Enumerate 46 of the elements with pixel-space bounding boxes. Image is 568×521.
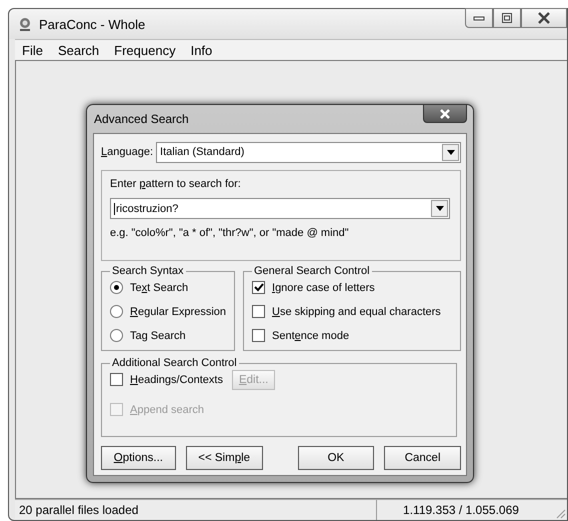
menu-item[interactable]: Info: [190, 42, 212, 58]
minimize-button[interactable]: [465, 8, 493, 28]
menu-item[interactable]: Frequency: [114, 42, 176, 58]
maximize-button[interactable]: [493, 8, 521, 28]
menu-item[interactable]: File: [22, 42, 43, 58]
pattern-field[interactable]: ricostruzion?: [110, 198, 450, 219]
close-icon: [537, 12, 551, 24]
option-label[interactable]: Sentence mode: [272, 330, 350, 342]
dialog-button[interactable]: OK: [298, 446, 374, 470]
option-label[interactable]: Tag Search: [130, 330, 186, 342]
status-counts: 1.119.353 / 1.055.069: [402, 503, 520, 517]
option-label[interactable]: Use skipping and equal characters: [272, 306, 441, 318]
radio-button[interactable]: [110, 305, 123, 318]
close-button[interactable]: [521, 8, 567, 28]
dialog-button[interactable]: Cancel: [384, 446, 461, 470]
menu-item[interactable]: Search: [58, 42, 100, 58]
checkbox[interactable]: [252, 329, 265, 342]
dialog-title: Advanced Search: [94, 112, 189, 126]
status-message: 20 parallel files loaded: [15, 500, 377, 520]
caret-icon: [446, 150, 454, 154]
checkbox[interactable]: [252, 281, 265, 294]
minimize-icon: [473, 14, 485, 22]
dialog-button[interactable]: << Simple: [186, 446, 263, 470]
close-icon: [439, 108, 451, 118]
maximize-icon: [501, 13, 513, 23]
option-label[interactable]: Ignore case of letters: [272, 282, 375, 294]
app-icon: [17, 16, 33, 32]
language-label: Language:: [101, 146, 154, 158]
example-text: e.g. "colo%r", "a * of", "thr?w", or "made @ mind": [110, 227, 350, 239]
window-title: ParaConc - Whole: [39, 16, 146, 32]
radio-button[interactable]: [110, 329, 123, 342]
group-title: Additional Search Control: [111, 357, 238, 369]
option-label[interactable]: Text Search: [130, 282, 188, 294]
pattern-label: Enter pattern to search for:: [110, 178, 242, 190]
option-label[interactable]: Headings/Contexts: [130, 374, 223, 386]
resize-grip-icon: [554, 507, 566, 519]
caret-icon: [436, 206, 444, 211]
radio-button[interactable]: [110, 281, 123, 294]
language-dropdown[interactable]: Italian (Standard): [156, 142, 461, 162]
option-label[interactable]: Regular Expression: [130, 306, 226, 318]
checkbox[interactable]: [110, 373, 123, 386]
close-button[interactable]: [423, 104, 467, 123]
checkbox[interactable]: [252, 305, 265, 318]
group-title: General Search Control: [253, 265, 371, 277]
dialog-button[interactable]: Options...: [101, 446, 176, 470]
group-title: Search Syntax: [111, 265, 185, 277]
